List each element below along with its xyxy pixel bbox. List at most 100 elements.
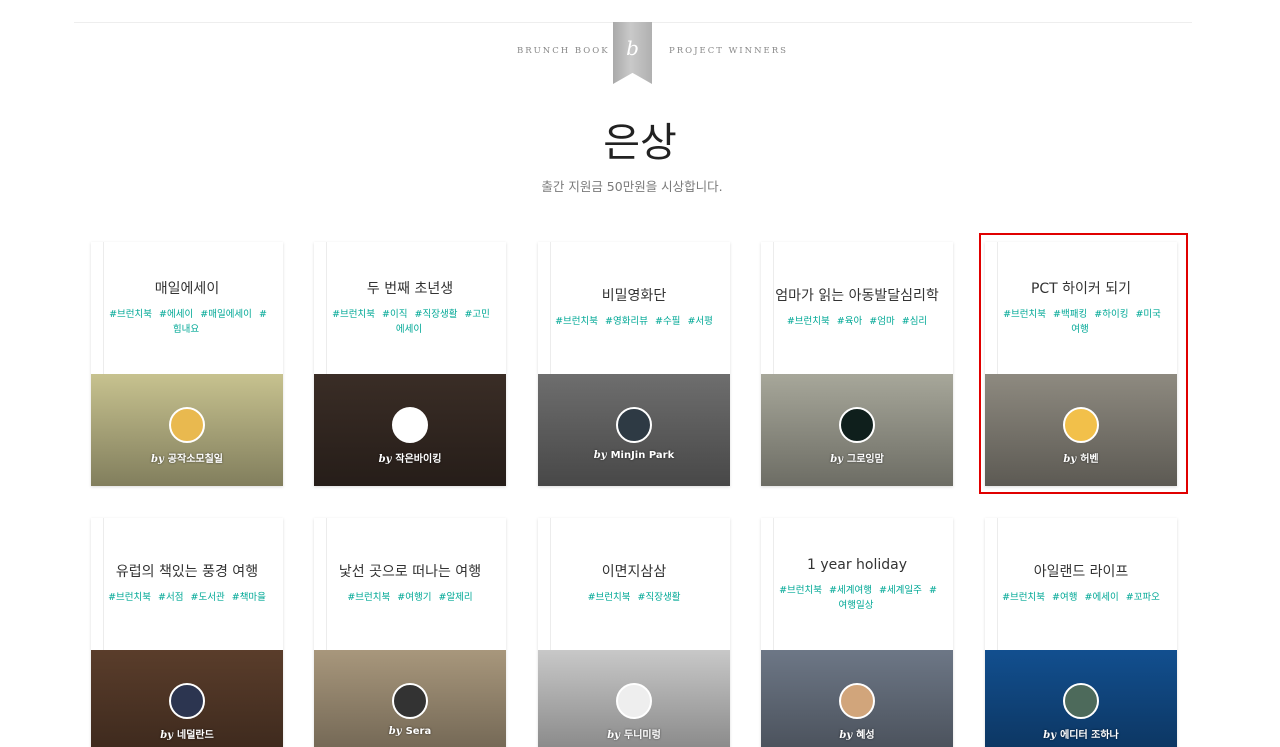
author-avatar[interactable] [392, 683, 428, 719]
book-cover-image[interactable]: by 혜성 [761, 650, 953, 747]
book-cover-image[interactable]: by 네덜란드 [91, 650, 283, 747]
author-avatar[interactable] [1063, 683, 1099, 719]
book-card[interactable]: 유럽의 책있는 풍경 여행 #브런치북 #서점 #도서관 #책마을 by 네덜란드 [91, 518, 283, 747]
book-card[interactable]: 낯선 곳으로 떠나는 여행 #브런치북 #여행기 #알제리 by Sera [314, 518, 506, 747]
book-tag[interactable]: #브런치북 [332, 309, 375, 320]
book-title[interactable]: 이면지삼삼 [602, 563, 666, 582]
author-avatar[interactable] [169, 407, 205, 443]
book-tag[interactable]: #꼬파오 [1126, 592, 1160, 603]
book-title[interactable]: 매일에세이 [155, 280, 219, 299]
book-info: 두 번째 초년생 #브런치북 #이직 #직장생활 #고민에세이 [314, 242, 506, 374]
book-tag[interactable]: #브런치북 [1003, 309, 1046, 320]
book-tags: #브런치북 #세계여행 #세계일주 #여행일상 [775, 583, 939, 613]
book-tag[interactable]: #브런치북 [108, 592, 151, 603]
book-info: 비밀영화단 #브런치북 #영화리뷰 #수필 #서평 [538, 242, 730, 374]
book-tag[interactable]: #브런치북 [588, 592, 631, 603]
book-tag[interactable]: #수필 [655, 316, 680, 327]
book-cover-image[interactable]: by 에디터 조하나 [985, 650, 1177, 747]
book-tag[interactable]: #세계여행 [829, 585, 872, 596]
book-title[interactable]: 아일랜드 라이프 [1034, 563, 1129, 582]
book-cover-image[interactable]: by 그로잉맘 [761, 374, 953, 486]
book-cover-image[interactable]: by Sera [314, 650, 506, 747]
author-avatar[interactable] [839, 407, 875, 443]
book-tag[interactable]: #서평 [687, 316, 712, 327]
book-cover-image[interactable]: by MinJin Park [538, 374, 730, 486]
author-byline[interactable]: by 네덜란드 [91, 726, 283, 741]
author-byline[interactable]: by Sera [314, 726, 506, 737]
book-cover-image[interactable]: by 공작소모칠일 [91, 374, 283, 486]
project-winners-label: PROJECT WINNERS [669, 46, 788, 56]
book-card[interactable]: 비밀영화단 #브런치북 #영화리뷰 #수필 #서평 by MinJin Park [538, 242, 730, 486]
author-avatar[interactable] [1063, 407, 1099, 443]
book-card[interactable]: PCT 하이커 되기 #브런치북 #백패킹 #하이킹 #미국여행 by 허벤 [985, 242, 1177, 486]
book-tags: #브런치북 #서점 #도서관 #책마을 [106, 590, 268, 605]
book-title[interactable]: 비밀영화단 [602, 287, 666, 306]
author-avatar[interactable] [169, 683, 205, 719]
book-tag[interactable]: #직장생활 [638, 592, 681, 603]
author-byline[interactable]: by 혜성 [761, 726, 953, 741]
book-info: 1 year holiday #브런치북 #세계여행 #세계일주 #여행일상 [761, 518, 953, 650]
author-byline[interactable]: by 작은바이킹 [314, 450, 506, 465]
book-card[interactable]: 매일에세이 #브런치북 #에세이 #매일에세이 #힘내요 by 공작소모칠일 [91, 242, 283, 486]
book-tag[interactable]: #매일에세이 [200, 309, 252, 320]
by-label: by [1043, 730, 1057, 741]
book-tag[interactable]: #브런치북 [1002, 592, 1045, 603]
book-tag[interactable]: #여행기 [397, 592, 431, 603]
book-tag[interactable]: #직장생활 [415, 309, 458, 320]
book-tag[interactable]: #브런치북 [555, 316, 598, 327]
book-title[interactable]: 낯선 곳으로 떠나는 여행 [339, 563, 481, 582]
book-card[interactable]: 엄마가 읽는 아동발달심리학 #브런치북 #육아 #엄마 #심리 by 그로잉맘 [761, 242, 953, 486]
by-label: by [1063, 454, 1077, 465]
book-tag[interactable]: #영화리뷰 [605, 316, 648, 327]
book-tag[interactable]: #여행 [1052, 592, 1077, 603]
author-avatar[interactable] [392, 407, 428, 443]
book-cover-image[interactable]: by 두니미렁 [538, 650, 730, 747]
book-tag[interactable]: #브런치북 [779, 585, 822, 596]
book-tag[interactable]: #육아 [837, 316, 862, 327]
book-tag[interactable]: #엄마 [869, 316, 894, 327]
book-tag[interactable]: #알제리 [438, 592, 472, 603]
author-byline[interactable]: by 그로잉맘 [761, 450, 953, 465]
author-name: Sera [405, 726, 432, 737]
book-title[interactable]: PCT 하이커 되기 [1031, 280, 1131, 299]
author-avatar[interactable] [616, 683, 652, 719]
book-tag[interactable]: #에세이 [159, 309, 193, 320]
book-title[interactable]: 두 번째 초년생 [367, 280, 453, 299]
book-card[interactable]: 이면지삼삼 #브런치북 #직장생활 by 두니미렁 [538, 518, 730, 747]
author-avatar[interactable] [616, 407, 652, 443]
book-tag[interactable]: #이직 [382, 309, 407, 320]
page-title: 은상 [603, 120, 677, 166]
book-tags: #브런치북 #영화리뷰 #수필 #서평 [553, 314, 715, 329]
book-tag[interactable]: #도서관 [191, 592, 225, 603]
book-tag[interactable]: #백패킹 [1053, 309, 1087, 320]
book-cover-image[interactable]: by 작은바이킹 [314, 374, 506, 486]
book-tag[interactable]: #브런치북 [347, 592, 390, 603]
book-card[interactable]: 1 year holiday #브런치북 #세계여행 #세계일주 #여행일상 by… [761, 518, 953, 747]
author-name: 작은바이킹 [395, 454, 442, 465]
book-card[interactable]: 두 번째 초년생 #브런치북 #이직 #직장생활 #고민에세이 by 작은바이킹 [314, 242, 506, 486]
book-title[interactable]: 엄마가 읽는 아동발달심리학 [775, 287, 938, 306]
author-name: 그로잉맘 [847, 454, 884, 465]
author-avatar[interactable] [839, 683, 875, 719]
book-card[interactable]: 아일랜드 라이프 #브런치북 #여행 #에세이 #꼬파오 by 에디터 조하나 [985, 518, 1177, 747]
book-tag[interactable]: #브런치북 [109, 309, 152, 320]
book-tag[interactable]: #에세이 [1085, 592, 1119, 603]
by-label: by [830, 454, 843, 465]
author-byline[interactable]: by 공작소모칠일 [91, 450, 283, 465]
author-byline[interactable]: by 에디터 조하나 [985, 726, 1177, 741]
book-title[interactable]: 1 year holiday [807, 556, 907, 575]
book-tag[interactable]: #심리 [902, 316, 927, 327]
by-label: by [593, 450, 607, 461]
by-label: by [378, 454, 392, 465]
book-tag[interactable]: #책마을 [232, 592, 266, 603]
book-info: 엄마가 읽는 아동발달심리학 #브런치북 #육아 #엄마 #심리 [761, 242, 953, 374]
author-byline[interactable]: by 두니미렁 [538, 726, 730, 741]
book-cover-image[interactable]: by 허벤 [985, 374, 1177, 486]
book-tag[interactable]: #브런치북 [787, 316, 830, 327]
author-byline[interactable]: by MinJin Park [538, 450, 730, 461]
book-title[interactable]: 유럽의 책있는 풍경 여행 [116, 563, 258, 582]
book-tag[interactable]: #하이킹 [1094, 309, 1128, 320]
book-tag[interactable]: #세계일주 [879, 585, 922, 596]
book-tag[interactable]: #서점 [158, 592, 183, 603]
author-byline[interactable]: by 허벤 [985, 450, 1177, 465]
